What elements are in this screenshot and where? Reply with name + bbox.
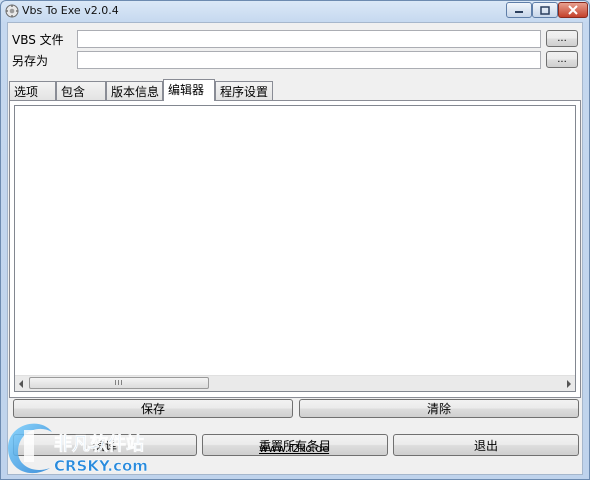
- svg-text:非凡软件站: 非凡软件站: [54, 433, 144, 455]
- minimize-button[interactable]: [506, 2, 532, 18]
- close-button[interactable]: [558, 2, 588, 18]
- horizontal-scrollbar[interactable]: III: [15, 375, 575, 391]
- tab-version-info[interactable]: 版本信息: [106, 81, 163, 100]
- save-as-label: 另存为: [12, 54, 49, 68]
- vbs-file-input[interactable]: [77, 30, 541, 48]
- maximize-button[interactable]: [532, 2, 558, 18]
- scroll-right-icon[interactable]: [567, 380, 571, 388]
- save-as-input[interactable]: [77, 51, 541, 69]
- clear-button[interactable]: 清除: [299, 399, 579, 418]
- vbs-file-label: VBS 文件: [12, 33, 64, 47]
- browse-vbs-button[interactable]: ...: [546, 30, 578, 47]
- tab-program-settings[interactable]: 程序设置: [215, 81, 273, 100]
- browse-save-as-button[interactable]: ...: [546, 51, 578, 68]
- minimize-icon: [515, 11, 523, 13]
- window-title: Vbs To Exe v2.0.4: [22, 4, 119, 17]
- script-editor[interactable]: III: [14, 105, 576, 392]
- svg-text:CRSKY.com: CRSKY.com: [54, 457, 148, 475]
- title-bar[interactable]: Vbs To Exe v2.0.4: [1, 1, 589, 21]
- close-icon: [568, 5, 578, 15]
- watermark-logo: 非凡软件站 CRSKY.com: [8, 423, 148, 475]
- tab-editor[interactable]: 编辑器: [163, 79, 215, 101]
- tab-include[interactable]: 包含: [56, 81, 106, 100]
- app-icon: [5, 4, 19, 18]
- maximize-icon: [540, 5, 550, 15]
- editor-tab-panel: III: [9, 100, 581, 398]
- exit-button[interactable]: 退出: [393, 434, 579, 456]
- tab-options[interactable]: 选项: [9, 81, 56, 100]
- scroll-left-icon[interactable]: [19, 380, 23, 388]
- website-link[interactable]: www.f2ko.de: [259, 442, 329, 455]
- scrollbar-thumb[interactable]: III: [29, 377, 209, 389]
